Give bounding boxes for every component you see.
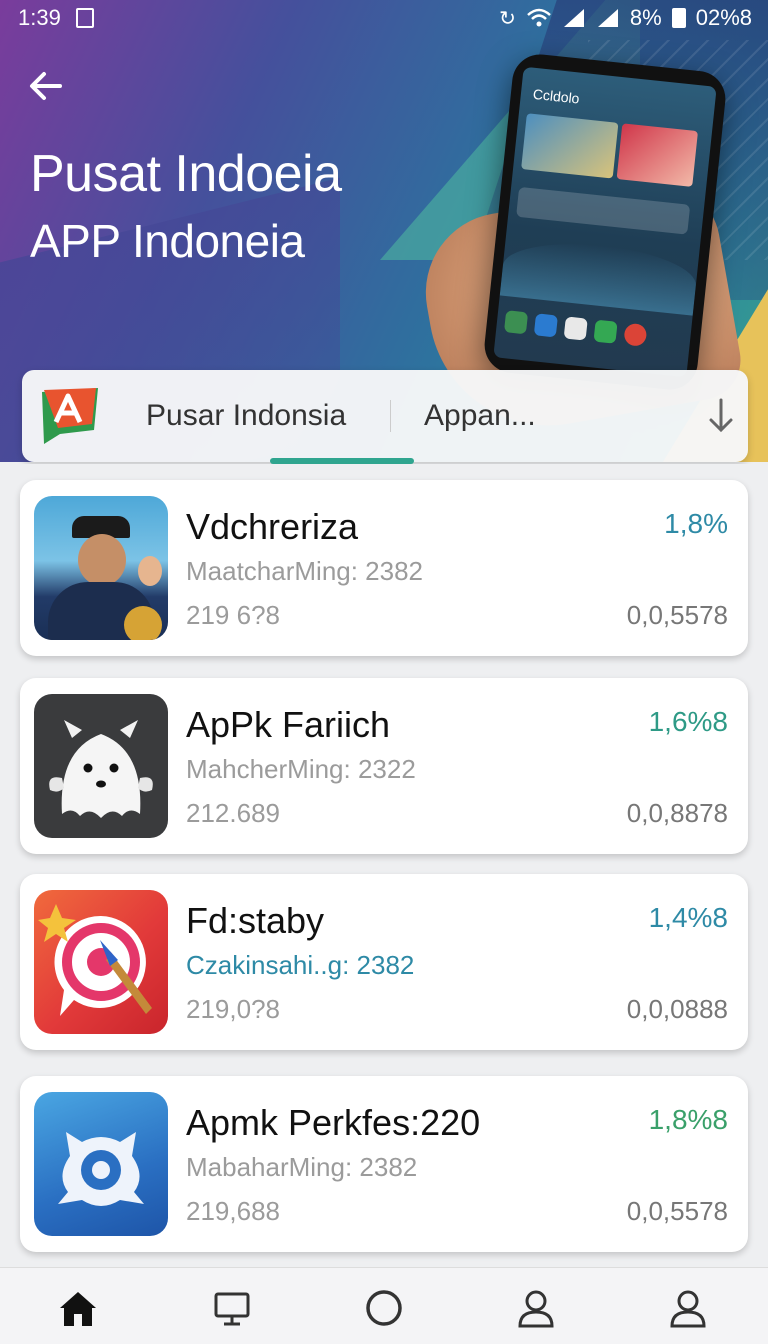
list-item[interactable]: ApPk Fariich MahcherMing: 2322 212.689 1… [20, 678, 748, 854]
app-store-logo-icon [42, 388, 98, 444]
category-select[interactable]: Appan... [424, 399, 536, 433]
status-right: ↻ 8% 02%8 [499, 5, 752, 31]
wifi-icon [527, 8, 551, 27]
ghost-icon-art [49, 720, 153, 818]
phone-thumbnail [521, 113, 619, 179]
app-icon [563, 316, 588, 341]
phone-illustration: Ccldolo [481, 51, 729, 393]
profile-icon[interactable] [666, 1286, 710, 1330]
monitor-icon[interactable] [210, 1286, 254, 1330]
person-photo-icon [34, 496, 168, 640]
circle-icon[interactable] [362, 1286, 406, 1330]
app-percent: 1,8%8 [648, 1104, 728, 1135]
blue-creature-art [58, 1132, 144, 1206]
download-arrow-icon[interactable] [706, 396, 736, 436]
battery-percent: 8% [629, 5, 662, 30]
app-count: 212.689 [186, 798, 280, 828]
status-time: 1:39 [18, 5, 61, 30]
app-name: ApPk Fariich [186, 704, 391, 745]
app-percent: 1,6%8 [648, 706, 728, 737]
status-clock-right: 02%8 [695, 5, 752, 30]
paint-target-icon [34, 890, 168, 1034]
status-bar: 1:39 ↻ 8% 02%8 [0, 0, 768, 36]
list-item[interactable]: Apmk Perkfes:220 MabaharMing: 2382 219,6… [20, 1076, 748, 1252]
signal-icon [563, 9, 584, 27]
app-percent: 1,4%8 [648, 902, 728, 933]
phone-wave [499, 235, 699, 316]
phone-search-bar [516, 186, 691, 235]
app-value: 0,0,0888 [626, 994, 728, 1024]
search-label[interactable]: Pusar Indonsia [146, 399, 346, 433]
app-name: Fd:staby [186, 900, 325, 941]
page-subtitle: APP Indoneia [30, 215, 305, 267]
list-item[interactable]: Vdchreriza MaatcharMing: 2382 219 6?8 1,… [20, 480, 748, 656]
list-item[interactable]: Fd:staby Czakinsahi..g: 2382 219,0?8 1,4… [20, 874, 748, 1050]
sync-icon: ↻ [499, 7, 516, 30]
app-subtitle: MabaharMing: 2382 [186, 1152, 418, 1182]
ghost-icon [34, 694, 168, 838]
app-icon [623, 322, 648, 347]
app-icon [533, 313, 558, 338]
phone-screen: Ccldolo [493, 66, 717, 378]
app-icon [593, 319, 618, 344]
app-count: 219,0?8 [186, 994, 280, 1024]
paint-target-art [38, 904, 152, 1016]
app-value: 0,0,5578 [626, 600, 728, 630]
search-bar[interactable]: Pusar Indonsia Appan... [22, 370, 748, 462]
app-subtitle: MaatcharMing: 2382 [186, 556, 424, 586]
app-value: 0,0,8878 [626, 798, 728, 828]
signal-icon [597, 9, 618, 27]
battery-icon [671, 8, 686, 28]
app-count: 219 6?8 [186, 600, 280, 630]
person-icon[interactable] [514, 1286, 558, 1330]
phone-thumbnail [616, 123, 698, 187]
app-count: 219,688 [186, 1196, 280, 1226]
search-divider [390, 400, 391, 432]
app-name: Vdchreriza [186, 506, 359, 547]
bottom-nav [0, 1267, 768, 1344]
home-icon[interactable] [56, 1286, 100, 1330]
app-subtitle: MahcherMing: 2322 [186, 754, 416, 784]
app-name: Apmk Perkfes:220 [186, 1102, 481, 1143]
back-arrow-icon[interactable] [26, 66, 66, 106]
phone-app-row [503, 310, 648, 347]
phone-screen-title: Ccldolo [532, 85, 581, 107]
app-subtitle: Czakinsahi..g: 2382 [186, 950, 415, 980]
app-list: Vdchreriza MaatcharMing: 2382 219 6?8 1,… [0, 464, 768, 1267]
app-value: 0,0,5578 [626, 1196, 728, 1226]
page-title: Pusat Indoeia [30, 145, 342, 203]
blue-creature-icon [34, 1092, 168, 1236]
app-percent: 1,8% [664, 508, 728, 539]
app-icon [503, 310, 529, 335]
sim-icon [76, 8, 94, 28]
